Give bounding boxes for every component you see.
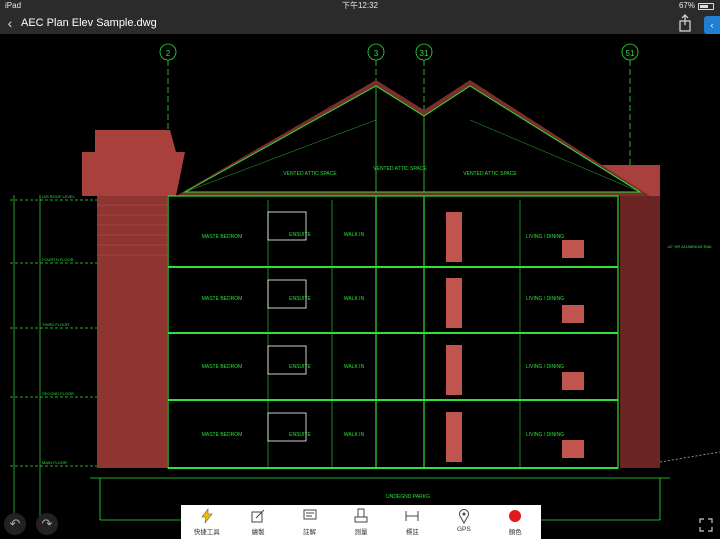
comment-icon: [303, 509, 317, 520]
tool-measure[interactable]: 測量: [335, 505, 386, 539]
battery-area: 67%: [679, 0, 714, 12]
grid-label-51: 51: [626, 49, 635, 58]
battery-percent: 67%: [678, 1, 695, 10]
drawing-canvas[interactable]: U/S ROOF LEVEL FOURTH FLOOR THIRD FLOOR …: [0, 34, 720, 539]
room-living-1: LIVING / DINING: [526, 432, 564, 438]
document-title: AEC Plan Elev Sample.dwg: [21, 17, 157, 29]
status-bar: iPad 下午12:32 67%: [0, 0, 720, 12]
tool-draw[interactable]: 繪製: [232, 505, 283, 539]
room-ensuite-1: ENSUITE: [289, 432, 311, 438]
undo-button[interactable]: ↶: [4, 513, 26, 535]
room-ensuite-3: ENSUITE: [289, 296, 311, 302]
room-walkin-2: WALK IN: [344, 364, 365, 370]
level-fourth: FOURTH FLOOR: [42, 257, 74, 262]
room-living-3: LIVING / DINING: [526, 296, 564, 302]
tool-label: 標註: [405, 529, 419, 536]
tool-quick[interactable]: 快捷工具: [181, 505, 232, 539]
room-ensuite-4: ENSUITE: [289, 232, 311, 238]
nav-bar: ‹ AEC Plan Elev Sample.dwg ‹: [0, 12, 720, 34]
battery-icon: [698, 2, 714, 10]
attic-label-right: VENTED ATTIC SPACE: [463, 171, 517, 177]
back-button[interactable]: ‹: [2, 14, 18, 32]
measure-icon: [354, 508, 368, 523]
color-dot-icon: [509, 510, 522, 522]
room-master-2: MASTE BEDROM: [202, 364, 243, 370]
redo-button[interactable]: ↷: [36, 513, 58, 535]
room-walkin-1: WALK IN: [344, 432, 365, 438]
room-living-4: LIVING / DINING: [526, 234, 564, 240]
bottom-toolbar: 快捷工具 繪製 註解 測量 標註 GPS 顏色: [181, 505, 541, 539]
room-walkin-4: WALK IN: [344, 232, 365, 238]
tool-color[interactable]: 顏色: [490, 505, 541, 539]
tool-comment[interactable]: 註解: [284, 505, 335, 539]
tool-label: GPS: [456, 526, 471, 533]
grid-label-3: 3: [374, 49, 379, 58]
level-second: SECOND FLOOR: [42, 391, 74, 396]
alum-rail-note: 42" HR ALUMINUM RAIL: [668, 244, 714, 249]
dimension-icon: [405, 511, 419, 521]
underground-label: UNDEGND PARKG: [386, 494, 430, 500]
tool-label: 註解: [303, 529, 317, 536]
draw-icon: [251, 509, 265, 523]
level-roof: U/S ROOF LEVEL: [42, 194, 76, 199]
grid-label-2: 2: [166, 49, 171, 58]
room-ensuite-2: ENSUITE: [289, 364, 311, 370]
tool-label: 測量: [354, 529, 368, 536]
tool-gps[interactable]: GPS: [438, 505, 489, 539]
panel-toggle-button[interactable]: ‹: [704, 16, 720, 34]
room-master-4: MASTE BEDROM: [202, 234, 243, 240]
gps-pin-icon: [458, 509, 469, 524]
share-icon[interactable]: [676, 14, 694, 32]
grid-label-31: 31: [420, 49, 429, 58]
left-brick-wall: [97, 196, 167, 468]
status-time: 下午12:32: [341, 1, 379, 10]
room-master-1: MASTE BEDROM: [202, 432, 243, 438]
tool-label: 繪製: [251, 529, 265, 536]
tool-label: 顏色: [508, 529, 522, 536]
level-third: THIRD FLOOR: [42, 322, 69, 327]
attic-label-left: VENTED ATTIC SPACE: [283, 171, 337, 177]
room-living-2: LIVING / DINING: [526, 364, 564, 370]
level-main: MAIN FLOOR: [42, 460, 67, 465]
room-walkin-3: WALK IN: [344, 296, 365, 302]
lightning-icon: [201, 508, 213, 524]
tool-label: 快捷工具: [193, 529, 220, 536]
room-master-3: MASTE BEDROM: [202, 296, 243, 302]
attic-label-center: VENTED ATTIC SPACE: [373, 166, 427, 172]
fullscreen-icon[interactable]: [698, 517, 714, 533]
tool-dimension[interactable]: 標註: [387, 505, 438, 539]
